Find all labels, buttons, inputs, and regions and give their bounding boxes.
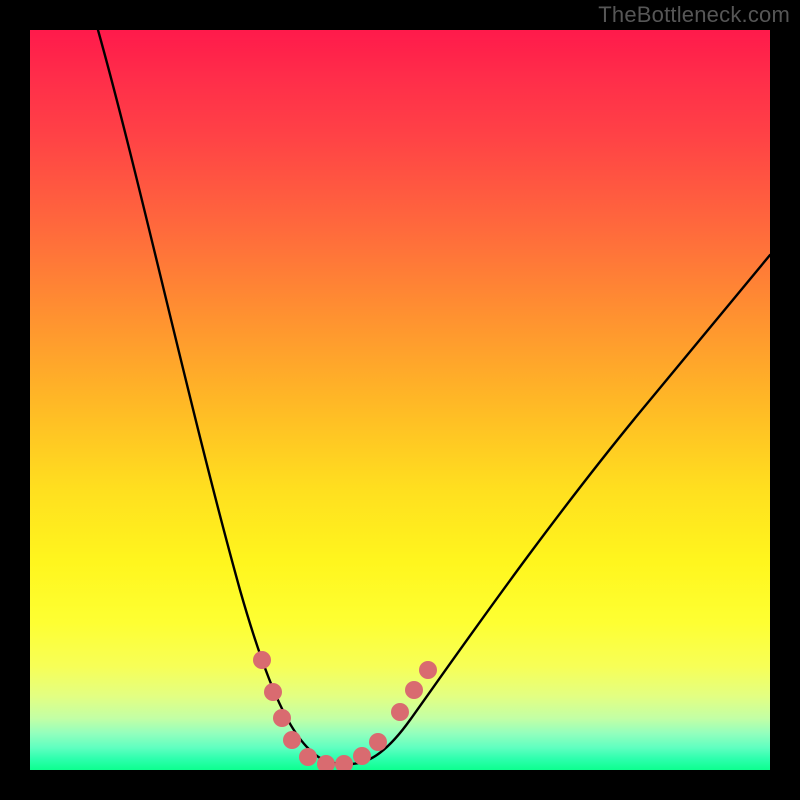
highlight-dots xyxy=(253,651,437,770)
plot-area xyxy=(30,30,770,770)
watermark-text: TheBottleneck.com xyxy=(598,2,790,28)
curve-layer xyxy=(30,30,770,770)
chart-frame: TheBottleneck.com xyxy=(0,0,800,800)
bottleneck-curve xyxy=(98,30,770,764)
